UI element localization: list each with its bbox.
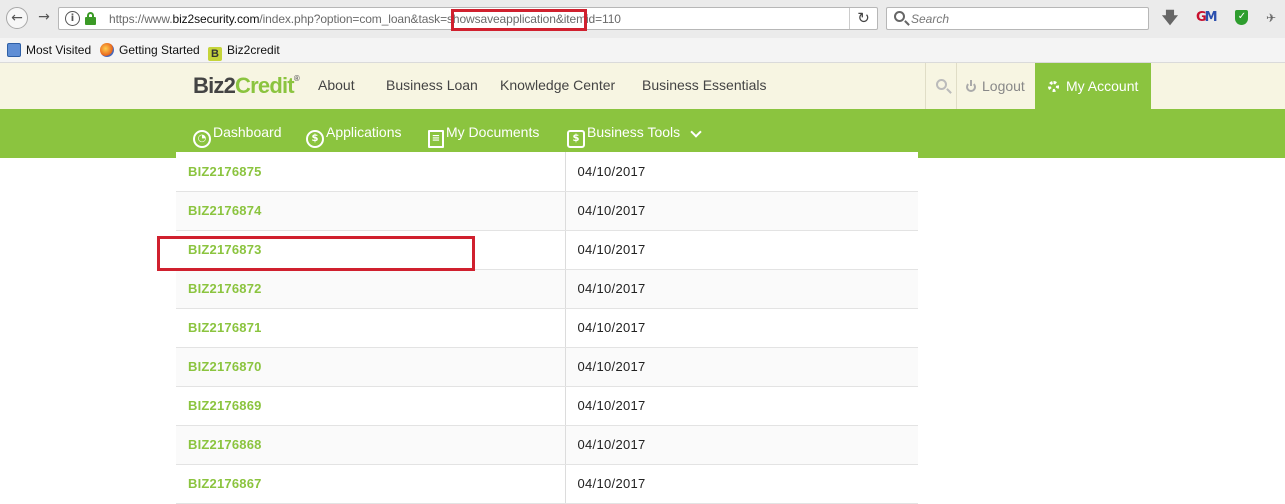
menu-label: My Documents: [446, 124, 540, 140]
logout-button[interactable]: Logout: [966, 78, 1025, 94]
briefcase-money-icon: $: [567, 130, 585, 148]
bookmark-label: Biz2credit: [227, 43, 280, 57]
back-arrow-icon[interactable]: ←: [6, 7, 28, 29]
application-date-cell: 04/10/2017: [565, 269, 918, 309]
registered-mark: ®: [293, 74, 300, 83]
logo-text-biz2: Biz2: [193, 73, 236, 98]
url-host: biz2security.com: [172, 12, 260, 26]
browser-toolbar: ← → i https://www.biz2security.com/index…: [0, 0, 1285, 38]
application-date-cell: 04/10/2017: [565, 425, 918, 465]
application-date-cell: 04/10/2017: [565, 191, 918, 231]
application-id-cell: BIZ2176868: [176, 425, 566, 465]
search-icon: [894, 11, 905, 22]
my-account-button[interactable]: My Account: [1035, 63, 1151, 109]
nav-knowledge-center[interactable]: Knowledge Center: [500, 77, 615, 93]
application-id-cell: BIZ2176875: [176, 152, 566, 192]
browser-search-box[interactable]: [886, 7, 1149, 30]
biz2credit-logo[interactable]: Biz2Credit®: [193, 73, 300, 99]
application-id-cell: BIZ2176869: [176, 386, 566, 426]
extension-icon[interactable]: ✈: [1262, 9, 1280, 27]
table-row: BIZ2176875 04/10/2017: [176, 152, 918, 192]
menu-label: Applications: [326, 124, 402, 140]
application-id-link[interactable]: BIZ2176875: [188, 164, 262, 179]
application-date-cell: 04/10/2017: [565, 386, 918, 426]
logo-text-credit: Credit: [235, 73, 295, 98]
application-id-link[interactable]: BIZ2176868: [188, 437, 262, 452]
site-header: Biz2Credit® About Business Loan Knowledg…: [0, 63, 1285, 109]
applications-table: BIZ2176875 04/10/2017 BIZ2176874 04/10/2017…: [176, 152, 918, 504]
table-row: BIZ2176871 04/10/2017: [176, 308, 918, 348]
menu-label: Business Tools: [587, 124, 681, 140]
info-icon[interactable]: i: [65, 11, 80, 26]
search-icon: [936, 79, 947, 90]
bookmark-most-visited[interactable]: Most Visited: [7, 43, 91, 57]
bookmark-biz2credit[interactable]: B Biz2credit: [208, 43, 280, 61]
money-bag-icon: $: [306, 130, 324, 148]
url-prefix: https://www.: [109, 12, 173, 26]
documents-icon: ≡: [428, 130, 444, 148]
power-icon: [966, 80, 976, 92]
bookmark-label: Most Visited: [26, 43, 92, 57]
nav-business-loan[interactable]: Business Loan: [386, 77, 478, 93]
lock-icon[interactable]: [85, 12, 96, 25]
logout-label: Logout: [982, 78, 1025, 94]
table-row: BIZ2176870 04/10/2017: [176, 347, 918, 387]
reload-icon[interactable]: ↻: [849, 8, 877, 29]
application-id-link[interactable]: BIZ2176871: [188, 320, 262, 335]
application-date-cell: 04/10/2017: [565, 230, 918, 270]
shield-extension-icon[interactable]: [1233, 8, 1251, 27]
applications-table-body: BIZ2176875 04/10/2017 BIZ2176874 04/10/2017…: [176, 152, 918, 504]
main-menu: ◔ Dashboard $ Applications ≡ My Documents $…: [0, 109, 1285, 158]
table-row: BIZ2176868 04/10/2017: [176, 425, 918, 465]
dashboard-gauge-icon: ◔: [193, 130, 211, 148]
menu-business-tools[interactable]: $ Business Tools: [567, 124, 680, 148]
application-id-cell: BIZ2176870: [176, 347, 566, 387]
gm-extension-icon[interactable]: GM: [1196, 9, 1218, 27]
application-id-cell: BIZ2176874: [176, 191, 566, 231]
url-highlight-box: [451, 9, 587, 31]
my-account-label: My Account: [1066, 78, 1139, 94]
gear-icon: [1048, 81, 1059, 92]
nav-business-essentials[interactable]: Business Essentials: [642, 77, 767, 93]
application-id-cell: BIZ2176867: [176, 464, 566, 504]
menu-label: Dashboard: [213, 124, 282, 140]
table-row: BIZ2176874 04/10/2017: [176, 191, 918, 231]
download-icon[interactable]: 🡇: [1161, 9, 1179, 27]
site-search-button[interactable]: [925, 63, 957, 109]
application-date-cell: 04/10/2017: [565, 152, 918, 192]
menu-my-documents[interactable]: ≡ My Documents: [428, 124, 539, 148]
application-id-link[interactable]: BIZ2176867: [188, 476, 262, 491]
table-row: BIZ2176872 04/10/2017: [176, 269, 918, 309]
application-id-link[interactable]: BIZ2176874: [188, 203, 262, 218]
application-id-link[interactable]: BIZ2176870: [188, 359, 262, 374]
application-date-cell: 04/10/2017: [565, 347, 918, 387]
application-id-cell: BIZ2176872: [176, 269, 566, 309]
firefox-icon: [100, 43, 114, 57]
bookmark-getting-started[interactable]: Getting Started: [100, 43, 200, 57]
application-date-cell: 04/10/2017: [565, 464, 918, 504]
most-visited-icon: [7, 43, 21, 57]
table-row: BIZ2176867 04/10/2017: [176, 464, 918, 504]
menu-applications[interactable]: $ Applications: [306, 124, 402, 148]
row-highlight-box: [157, 236, 475, 271]
menu-dashboard[interactable]: ◔ Dashboard: [193, 124, 282, 148]
table-row: BIZ2176869 04/10/2017: [176, 386, 918, 426]
browser-search-input[interactable]: [911, 10, 1141, 27]
biz2credit-favicon: B: [208, 47, 222, 61]
application-id-cell: BIZ2176871: [176, 308, 566, 348]
bookmarks-toolbar: Most Visited Getting Started B Biz2credit: [0, 38, 1285, 63]
nav-about[interactable]: About: [318, 77, 355, 93]
application-id-link[interactable]: BIZ2176872: [188, 281, 262, 296]
forward-arrow-icon[interactable]: →: [33, 7, 55, 29]
bookmark-label: Getting Started: [119, 43, 200, 57]
application-date-cell: 04/10/2017: [565, 308, 918, 348]
application-id-link[interactable]: BIZ2176869: [188, 398, 262, 413]
